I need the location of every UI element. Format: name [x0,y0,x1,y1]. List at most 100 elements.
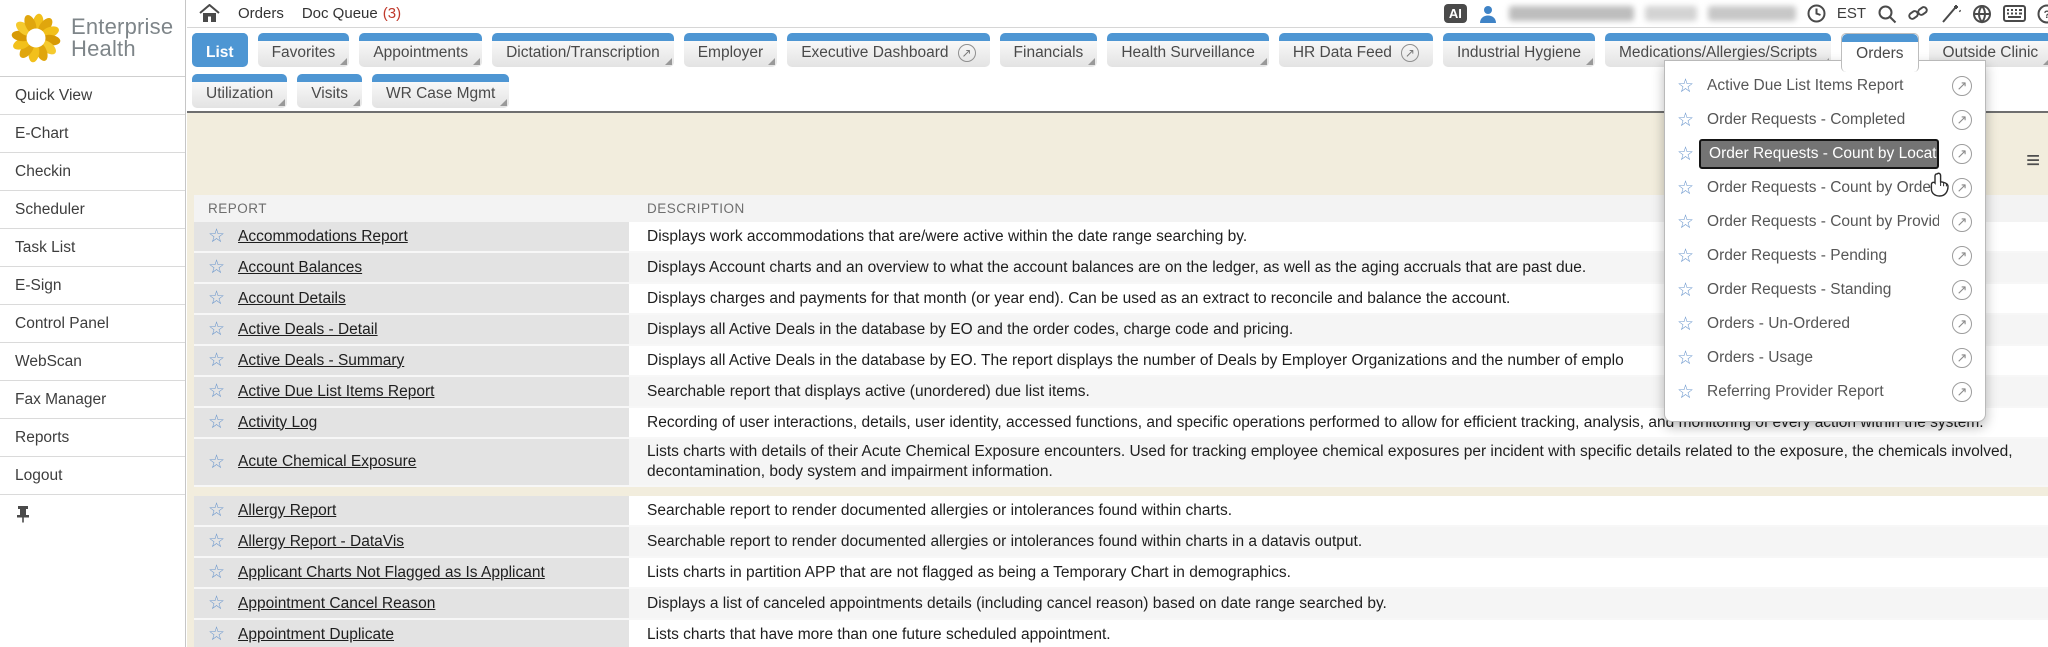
open-in-new-icon[interactable]: ↗ [1952,314,1972,334]
tab-health-surveillance[interactable]: Health Surveillance [1107,33,1269,67]
home-icon[interactable] [199,4,220,23]
open-in-new-icon[interactable]: ↗ [1952,246,1972,266]
tab-list[interactable]: List [192,33,248,67]
help-icon[interactable]: ? [2037,4,2048,24]
tab-hr-data-feed[interactable]: HR Data Feed↗ [1279,33,1433,67]
report-cell: ☆ Allergy Report [194,496,629,527]
sidebar-item-logout[interactable]: Logout [0,457,185,495]
sidebar-item-control-panel[interactable]: Control Panel [0,305,185,343]
sidebar-item-fax-manager[interactable]: Fax Manager [0,381,185,419]
tab-utilization[interactable]: Utilization [192,74,287,108]
report-link-active-due-list-items-report[interactable]: Active Due List Items Report [238,383,434,401]
favorite-star-icon[interactable]: ☆ [1677,179,1694,198]
user-icon[interactable] [1478,4,1498,24]
user-name-redacted [1509,6,1634,21]
menu-item-active-due-list-items-report[interactable]: ☆Active Due List Items Report↗ [1665,69,1985,103]
report-link-appointment-cancel-reason[interactable]: Appointment Cancel Reason [238,595,435,613]
favorite-star-icon[interactable]: ☆ [208,453,225,472]
open-in-new-icon[interactable]: ↗ [1952,212,1972,232]
breadcrumb-doc-queue[interactable]: Doc Queue(3) [302,5,401,22]
favorite-star-icon[interactable]: ☆ [1677,383,1694,402]
keyboard-icon[interactable] [2003,5,2026,22]
report-link-allergy-report[interactable]: Allergy Report [238,502,336,520]
favorite-star-icon[interactable]: ☆ [1677,247,1694,266]
sidebar-item-e-sign[interactable]: E-Sign [0,267,185,305]
clock-icon[interactable] [1807,4,1826,23]
report-link-applicant-charts-not-flagged-as-is-applicant[interactable]: Applicant Charts Not Flagged as Is Appli… [238,564,545,582]
report-link-accommodations-report[interactable]: Accommodations Report [238,228,408,246]
favorite-star-icon[interactable]: ☆ [208,258,225,277]
menu-item-label: Order Requests - Standing [1707,281,1939,299]
menu-item-label: Order Requests - Completed [1707,111,1939,129]
search-icon[interactable] [1877,4,1897,24]
menu-item-referring-provider-report[interactable]: ☆Referring Provider Report↗ [1665,375,1985,409]
wand-icon[interactable] [1940,4,1961,24]
tab-industrial-hygiene[interactable]: Industrial Hygiene [1443,33,1595,67]
report-link-allergy-report-datavis[interactable]: Allergy Report - DataVis [238,533,404,551]
report-link-activity-log[interactable]: Activity Log [238,414,317,432]
tab-orders[interactable]: Orders [1841,33,1918,72]
favorite-star-icon[interactable]: ☆ [1677,213,1694,232]
menu-item-orders-usage[interactable]: ☆Orders - Usage↗ [1665,341,1985,375]
favorite-star-icon[interactable]: ☆ [1677,145,1694,164]
breadcrumb-orders[interactable]: Orders [238,5,284,22]
open-in-new-icon[interactable]: ↗ [1952,76,1972,96]
favorite-star-icon[interactable]: ☆ [208,501,225,520]
report-cell: ☆ Active Deals - Detail [194,315,629,346]
tab-visits[interactable]: Visits [297,74,362,108]
app-window: Enterprise Health Quick ViewE-ChartCheck… [0,0,2048,647]
report-link-active-deals-detail[interactable]: Active Deals - Detail [238,321,378,339]
open-in-new-icon[interactable]: ↗ [1952,280,1972,300]
sidebar-item-scheduler[interactable]: Scheduler [0,191,185,229]
favorite-star-icon[interactable]: ☆ [1677,77,1694,96]
table-menu-icon[interactable]: ≡ [2026,149,2040,173]
favorite-star-icon[interactable]: ☆ [208,594,225,613]
open-in-new-icon[interactable]: ↗ [1952,348,1972,368]
favorite-star-icon[interactable]: ☆ [1677,349,1694,368]
favorite-star-icon[interactable]: ☆ [208,289,225,308]
tab-appointments[interactable]: Appointments [359,33,482,67]
tab-executive-dashboard[interactable]: Executive Dashboard↗ [787,33,989,67]
tab-dictation-transcription[interactable]: Dictation/Transcription [492,33,674,67]
tab-wr-case-mgmt[interactable]: WR Case Mgmt [372,74,509,108]
favorite-star-icon[interactable]: ☆ [208,351,225,370]
open-in-new-icon[interactable]: ↗ [1952,110,1972,130]
favorite-star-icon[interactable]: ☆ [208,413,225,432]
tab-financials[interactable]: Financials [1000,33,1098,67]
favorite-star-icon[interactable]: ☆ [1677,281,1694,300]
sidebar-item-checkin[interactable]: Checkin [0,153,185,191]
open-in-new-icon[interactable]: ↗ [1952,178,1972,198]
tab-favorites[interactable]: Favorites [258,33,350,67]
report-link-account-details[interactable]: Account Details [238,290,346,308]
link-icon[interactable] [1908,4,1929,24]
tab-employer[interactable]: Employer [684,33,777,67]
report-link-appointment-duplicate[interactable]: Appointment Duplicate [238,626,394,644]
menu-item-order-requests-count-by-provider[interactable]: ☆Order Requests - Count by Provider↗ [1665,205,1985,239]
sidebar-item-reports[interactable]: Reports [0,419,185,457]
sidebar-item-e-chart[interactable]: E-Chart [0,115,185,153]
sidebar-item-webscan[interactable]: WebScan [0,343,185,381]
open-in-new-icon[interactable]: ↗ [1952,382,1972,402]
favorite-star-icon[interactable]: ☆ [1677,315,1694,334]
report-link-account-balances[interactable]: Account Balances [238,259,362,277]
favorite-star-icon[interactable]: ☆ [208,227,225,246]
menu-item-orders-un-ordered[interactable]: ☆Orders - Un-Ordered↗ [1665,307,1985,341]
ai-badge[interactable]: AI [1444,4,1467,24]
favorite-star-icon[interactable]: ☆ [1677,111,1694,130]
menu-item-order-requests-pending[interactable]: ☆Order Requests - Pending↗ [1665,239,1985,273]
pin-icon[interactable] [15,505,31,523]
globe-icon[interactable] [1972,4,1992,24]
sidebar-item-quick-view[interactable]: Quick View [0,77,185,115]
favorite-star-icon[interactable]: ☆ [208,320,225,339]
menu-item-order-requests-completed[interactable]: ☆ Order Requests - Completed ↗ [1665,103,1985,137]
open-in-new-icon[interactable]: ↗ [1952,144,1972,164]
favorite-star-icon[interactable]: ☆ [208,563,225,582]
favorite-star-icon[interactable]: ☆ [208,532,225,551]
report-link-acute-chemical-exposure[interactable]: Acute Chemical Exposure [238,453,416,471]
menu-item-order-requests-count-by-location[interactable]: ☆Order Requests - Count by Location↗ [1665,137,1985,171]
favorite-star-icon[interactable]: ☆ [208,625,225,644]
report-link-active-deals-summary[interactable]: Active Deals - Summary [238,352,404,370]
menu-item-order-requests-standing[interactable]: ☆ Order Requests - Standing ↗ [1665,273,1985,307]
sidebar-item-task-list[interactable]: Task List [0,229,185,267]
favorite-star-icon[interactable]: ☆ [208,382,225,401]
